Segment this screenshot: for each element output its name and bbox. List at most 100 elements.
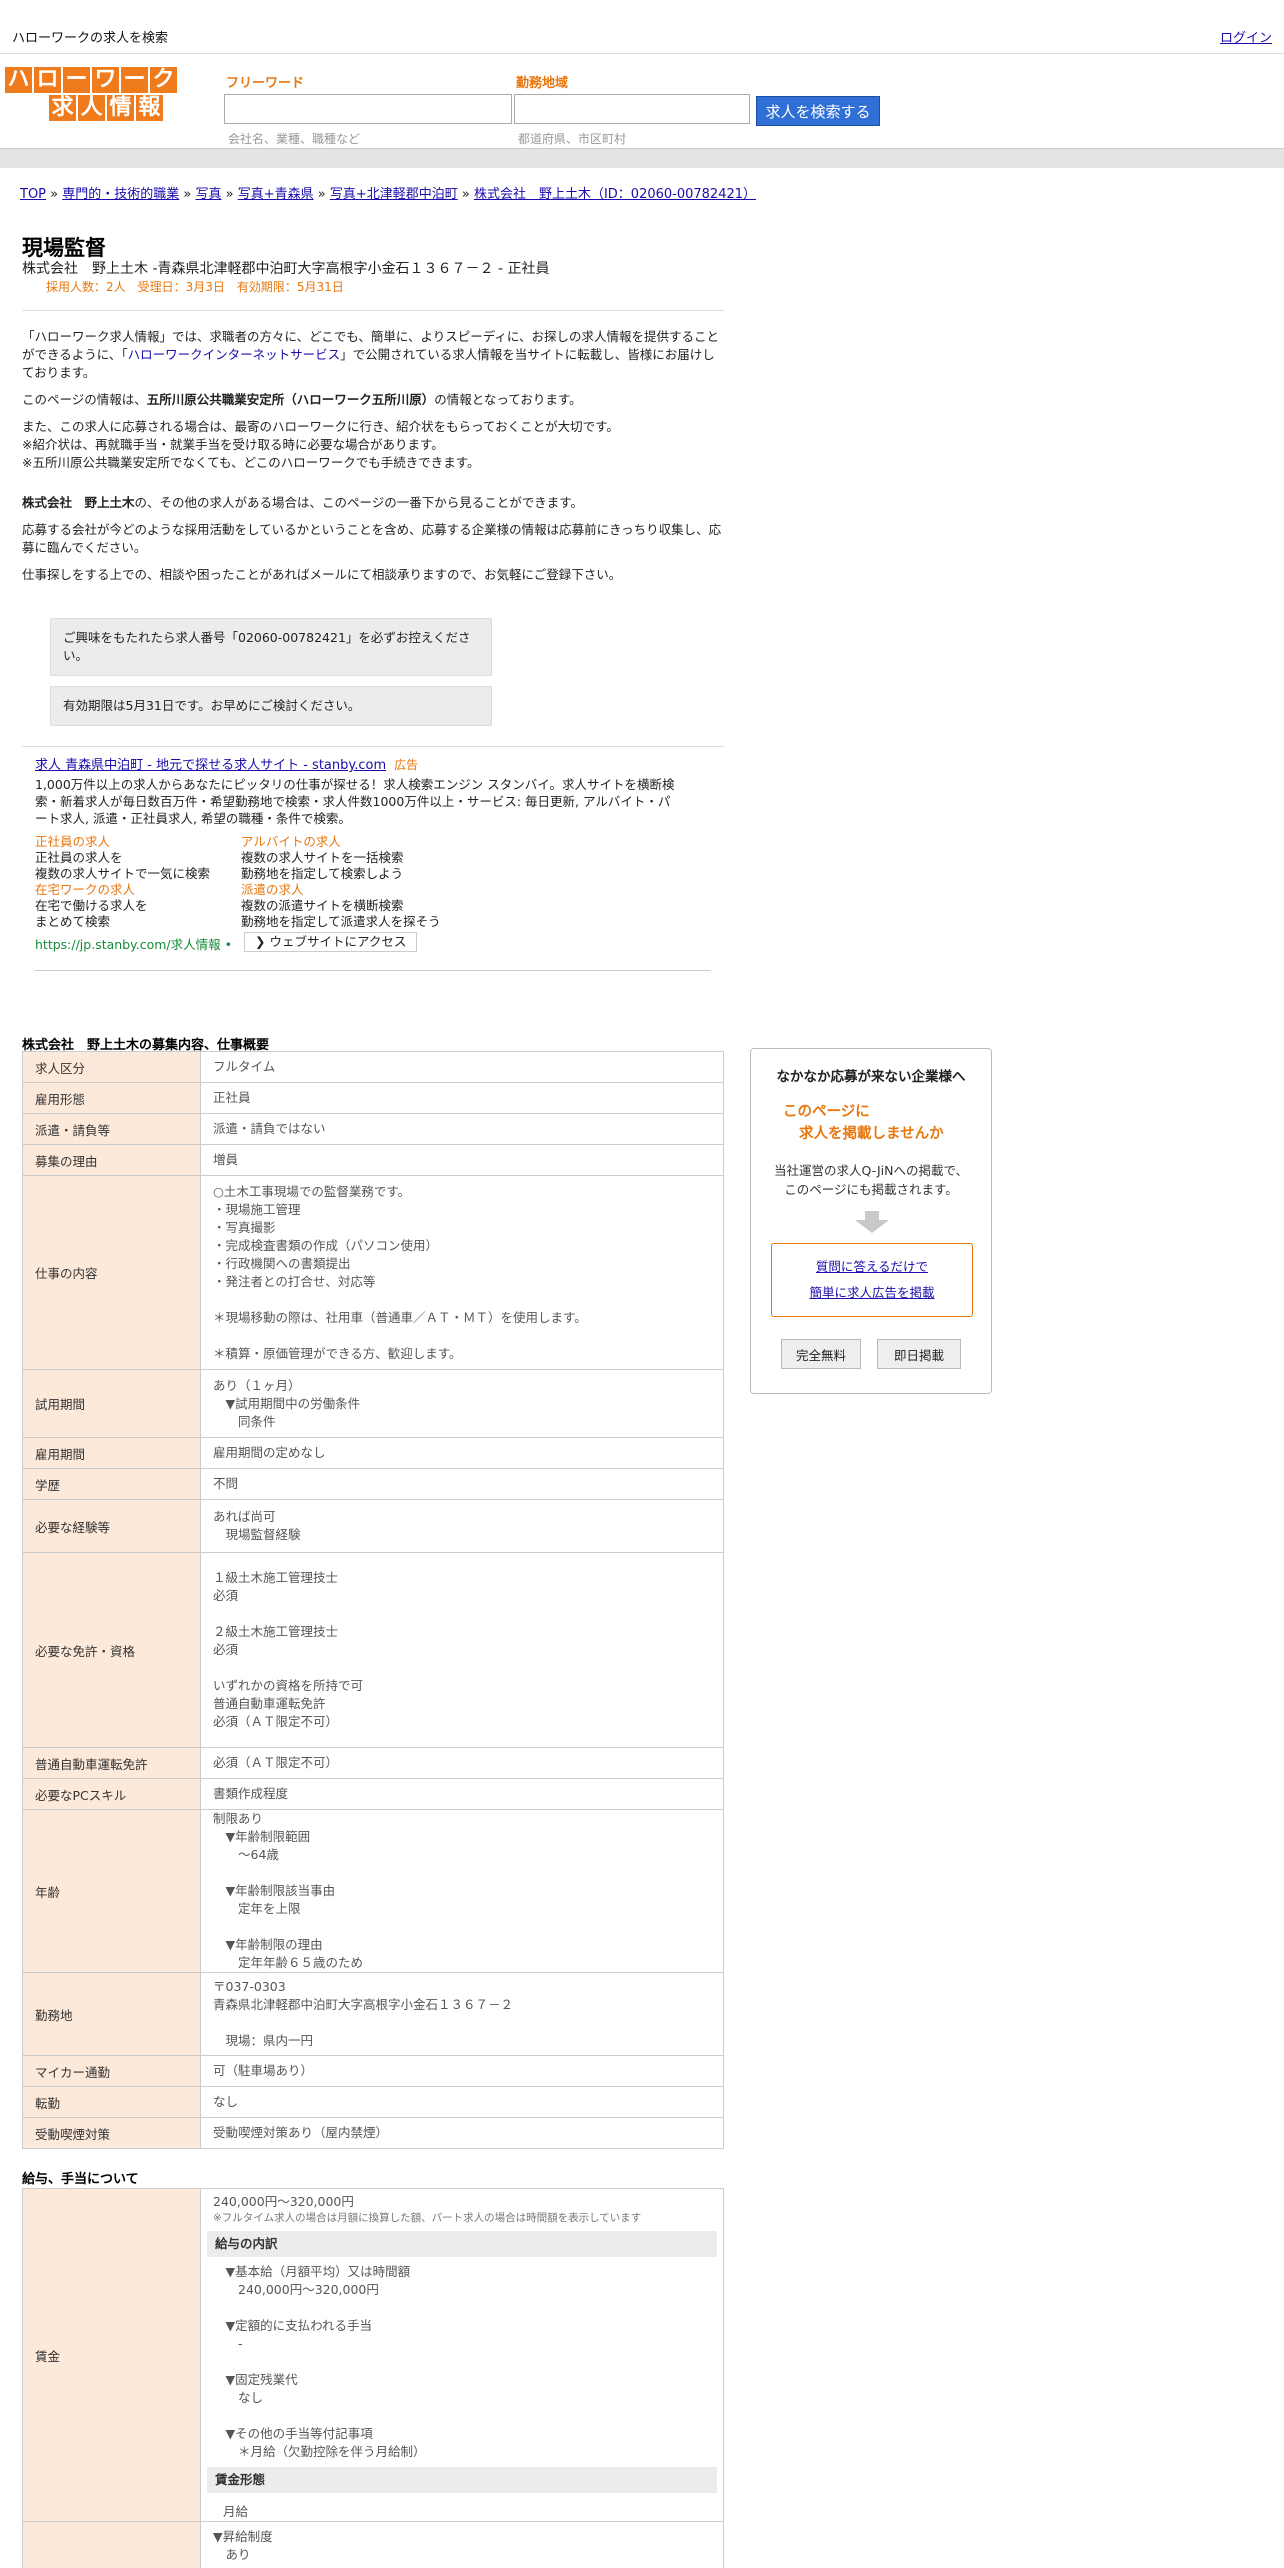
same-day-button[interactable]: 即日掲載 <box>877 1339 961 1369</box>
breadcrumb-separator: » <box>457 187 474 202</box>
logo-char: ク <box>149 66 178 94</box>
area-input[interactable] <box>514 94 750 124</box>
row-label: 求人区分 <box>22 1051 201 1083</box>
table-row: 普通自動車運転免許 必須（ＡＴ限定不可） <box>22 1747 724 1779</box>
row-label: 必要な免許・資格 <box>22 1552 201 1748</box>
office-name: 五所川原公共職業安定所（ハローワーク五所川原） <box>146 392 435 407</box>
breadcrumb-separator: » <box>179 187 196 202</box>
ad-description: 1,000万件以上の求人からあなたにピッタリの仕事が探せる！求人検索エンジン ス… <box>35 777 675 826</box>
sidebar-highlight-line: 求人を掲載しませんか <box>799 1126 944 1142</box>
row-value: 可（駐車場あり） <box>200 2055 724 2087</box>
row-label: 試用期間 <box>22 1369 201 1438</box>
table-row: 派遣・請負等 派遣・請負ではない <box>22 1113 724 1145</box>
row-label: 学歴 <box>22 1468 201 1500</box>
intro-paragraph: 仕事探しをする上での、相談や困ったことがあればメールにて相談承りますので、お気軽… <box>22 567 622 582</box>
table-row: 転勤 なし <box>22 2086 724 2118</box>
ad-sitelink[interactable]: 在宅ワークの求人 在宅で働ける求人を まとめて検索 <box>35 882 148 930</box>
intro-paragraph: ※五所川原公共職業安定所でなくても、どこのハローワークでも手続きできます。 <box>22 455 480 470</box>
wage-range: 240,000円〜320,000円 <box>213 2194 354 2209</box>
logo-char: 情 <box>106 94 135 122</box>
hellowork-logo[interactable]: ハ ロ ー ワ ー ク 求 人 情 報 <box>4 66 180 122</box>
logo-char: ロ <box>33 66 62 94</box>
job-meta: 採用人数：2人 受理日：3月3日 有効期限：5月31日 <box>46 280 344 294</box>
breadcrumb-item[interactable]: 写真+青森県 <box>238 187 314 202</box>
row-value: 受動喫煙対策あり（屋内禁煙） <box>200 2117 724 2149</box>
ad-sitelink-line: 勤務地を指定して派遣求人を探そう <box>241 914 441 929</box>
row-value: 正社員 <box>200 1082 724 1114</box>
table-row: 勤務地 〒037-0303 青森県北津軽郡中泊町大字高根字小金石１３６７－２ 現場… <box>22 1972 724 2056</box>
hellowork-internet-link[interactable]: ハローワークインターネットサービス <box>128 347 341 362</box>
ad-sitelink-title[interactable]: 正社員の求人 <box>35 834 210 850</box>
table-row: 試用期間 あり（１ヶ月） ▼試用期間中の労働条件 同条件 <box>22 1369 724 1438</box>
freeword-input[interactable] <box>224 94 512 124</box>
row-value: なし <box>200 2086 724 2118</box>
ad-url-dot: • <box>224 937 232 952</box>
breadcrumb-item[interactable]: 専門的・技術的職業 <box>62 187 179 202</box>
row-label: 必要な経験等 <box>22 1499 201 1553</box>
intro-paragraph: 「ハローワーク求人情報」では、求職者の方々に、どこでも、簡単に、よりスピーディに… <box>22 328 724 382</box>
ad-sitelink-line: 複数の派遣サイトを横断検索 <box>241 898 404 913</box>
row-label: 受動喫煙対策 <box>22 2117 201 2149</box>
ad-sitelink[interactable]: 正社員の求人 正社員の求人を 複数の求人サイトで一気に検索 <box>35 834 210 882</box>
logo-char: ワ <box>91 66 120 94</box>
breadcrumb-item[interactable]: 株式会社 野上土木（ID：02060-00782421） <box>474 187 756 202</box>
ad-sitelink[interactable]: 派遣の求人 複数の派遣サイトを横断検索 勤務地を指定して派遣求人を探そう <box>241 882 441 930</box>
row-label: 転勤 <box>22 2086 201 2118</box>
divider <box>22 746 724 747</box>
row-value: 不問 <box>200 1468 724 1500</box>
row-value: フルタイム <box>200 1051 724 1083</box>
ad-sitelink-title[interactable]: 在宅ワークの求人 <box>35 882 148 898</box>
breadcrumb-item[interactable]: 写真 <box>195 187 221 202</box>
login-link[interactable]: ログイン <box>1220 27 1272 46</box>
row-value: ○土木工事現場での監督業務です。 ・現場施工管理 ・写真撮影 ・完成検査書類の作… <box>200 1175 724 1370</box>
freeword-hint: 会社名、業種、職種など <box>228 132 361 146</box>
header: ハ ロ ー ワ ー ク 求 人 情 報 フリーワード 会社名、業種、職種など 勤… <box>0 54 1284 148</box>
table-row: 受動喫煙対策 受動喫煙対策あり（屋内禁煙） <box>22 2117 724 2149</box>
site-title: ハローワークの求人を検索 <box>12 31 169 46</box>
row-label: 募集の理由 <box>22 1144 201 1176</box>
row-label: 年齢 <box>22 1809 201 1973</box>
divider <box>35 970 711 971</box>
intro-paragraph: このページの情報は、五所川原公共職業安定所（ハローワーク五所川原）の情報となって… <box>22 391 724 409</box>
header-divider <box>0 148 1284 168</box>
search-button[interactable]: 求人を検索する <box>756 96 880 126</box>
ad-sitelink-line: 正社員の求人を <box>35 850 123 865</box>
logo-char: ー <box>62 66 91 94</box>
area-label: 勤務地域 <box>516 76 569 91</box>
ad-sitelink-line: 複数の求人サイトで一気に検索 <box>35 866 211 881</box>
row-value: １級土木施工管理技士 必須 ２級土木施工管理技士 必須 いずれかの資格を所持で可… <box>200 1552 724 1748</box>
breadcrumb-item[interactable]: 写真+北津軽郡中泊町 <box>330 187 458 202</box>
ad-sitelink-line: 勤務地を指定して検索しよう <box>241 866 404 881</box>
sidebar-link-question[interactable]: 質問に答えるだけで <box>772 1254 972 1280</box>
table-row: 募集の理由 増員 <box>22 1144 724 1176</box>
ad-sitelink-title[interactable]: 派遣の求人 <box>241 882 441 898</box>
sidebar-highlight-line: このページに <box>783 1104 870 1120</box>
row-label: 雇用期間 <box>22 1437 201 1469</box>
ad-visit-button[interactable]: ❯ ウェブサイトにアクセス <box>244 932 418 952</box>
ad-sitelink-title[interactable]: アルバイトの求人 <box>241 834 404 850</box>
sidebar-link-post-ad[interactable]: 簡単に求人広告を掲載 <box>772 1280 972 1306</box>
ad-url-text[interactable]: https://jp.stanby.com/求人情報 <box>35 937 221 952</box>
row-value: ▼昇給制度 あり <box>200 2521 724 2568</box>
logo-char: 報 <box>135 94 164 122</box>
ad-sitelink-line: 複数の求人サイトを一括検索 <box>241 850 404 865</box>
table-row: マイカー通勤 可（駐車場あり） <box>22 2055 724 2087</box>
intro-text-part: このページの情報は、 <box>22 392 147 407</box>
ad-title-link[interactable]: 求人 青森県中泊町 - 地元で探せる求人サイト - stanby.com <box>35 758 386 773</box>
ad-sitelink[interactable]: アルバイトの求人 複数の求人サイトを一括検索 勤務地を指定して検索しよう <box>241 834 404 882</box>
freeword-label: フリーワード <box>226 76 305 91</box>
free-button[interactable]: 完全無料 <box>781 1339 861 1369</box>
sidebar-title: なかなか応募が来ない企業様へ <box>776 1069 966 1085</box>
divider <box>22 310 724 311</box>
down-arrow-icon <box>855 1211 889 1233</box>
row-value: 派遣・請負ではない <box>200 1113 724 1145</box>
ad-block: 求人 青森県中泊町 - 地元で探せる求人サイト - stanby.com 広告 1… <box>35 756 675 827</box>
ad-url[interactable]: https://jp.stanby.com/求人情報 • <box>35 934 232 953</box>
ad-tag: 広告 <box>394 758 419 772</box>
sidebar-highlight: このページに 求人を掲載しませんか <box>783 1101 973 1145</box>
table-row: 仕事の内容 ○土木工事現場での監督業務です。 ・現場施工管理 ・写真撮影 ・完成検… <box>22 1175 724 1370</box>
table-row: 必要な免許・資格 １級土木施工管理技士 必須 ２級土木施工管理技士 必須 いずれか… <box>22 1552 724 1748</box>
sidebar-text-line: このページにも掲載されます。 <box>784 1182 958 1197</box>
breadcrumb-separator: » <box>46 187 63 202</box>
breadcrumb-item[interactable]: TOP <box>20 187 46 202</box>
